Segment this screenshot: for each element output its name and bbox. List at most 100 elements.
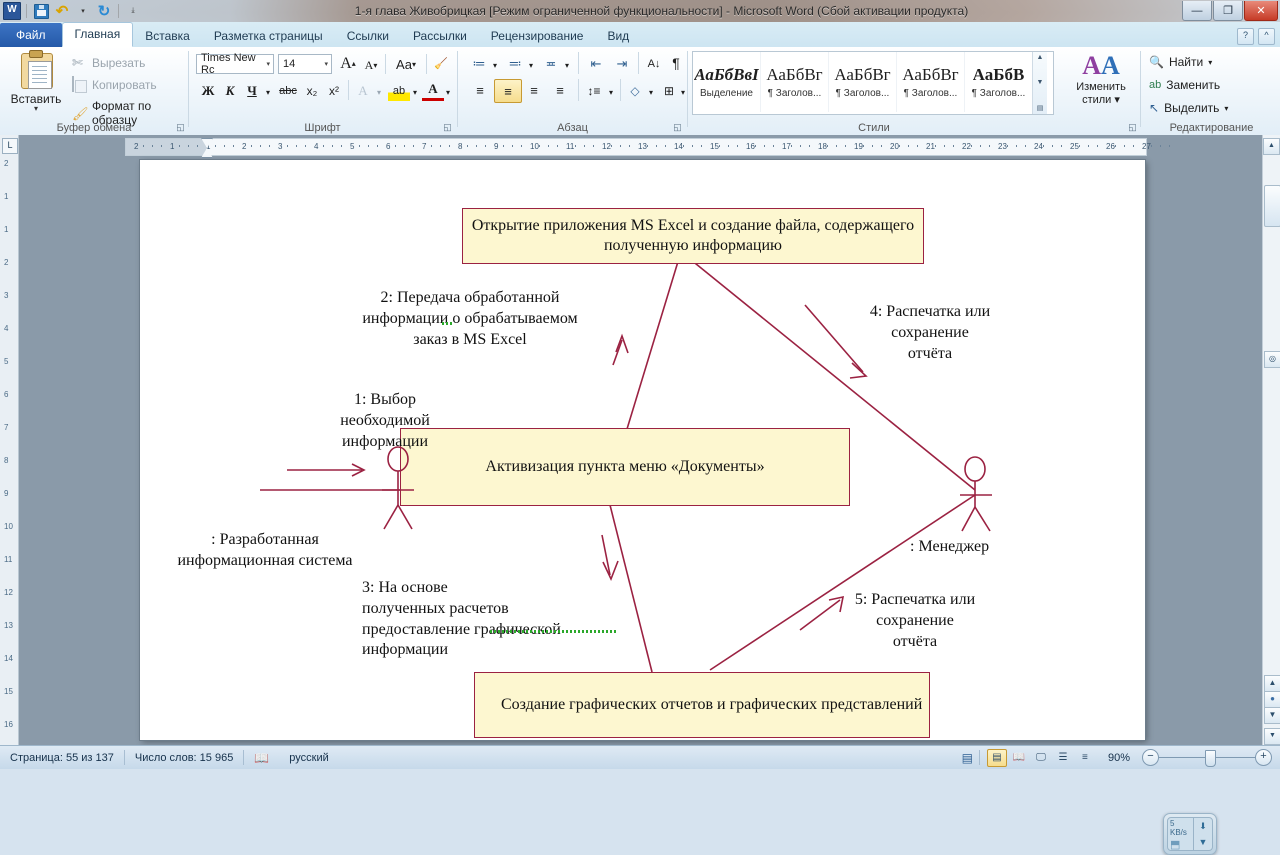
- font-color-dropdown-icon[interactable]: ▾: [442, 82, 454, 103]
- align-right-button[interactable]: ≡: [522, 80, 546, 101]
- clear-formatting-icon[interactable]: 🧹: [430, 53, 452, 74]
- scroll-thumb[interactable]: [1264, 185, 1280, 227]
- shading-button[interactable]: ◇: [624, 80, 646, 101]
- customize-qat-icon[interactable]: ⤓: [124, 2, 142, 20]
- zoom-out-button[interactable]: −: [1142, 749, 1159, 766]
- tab-review[interactable]: Рецензирование: [479, 25, 596, 47]
- zoom-slider[interactable]: − +: [1142, 749, 1272, 767]
- shrink-font-button[interactable]: A ▾: [360, 55, 382, 76]
- zoom-in-button[interactable]: +: [1255, 749, 1272, 766]
- show-formatting-marks-button[interactable]: ¶: [668, 52, 684, 73]
- gallery-more-icon[interactable]: ▤: [1037, 104, 1044, 112]
- styles-dialog-launcher-icon[interactable]: ◱: [1127, 122, 1138, 133]
- view-buttons[interactable]: ▤ 📖 🖵 ☰ ≡: [980, 748, 1102, 767]
- view-full-screen-reading-icon[interactable]: 📖: [1009, 749, 1029, 767]
- help-icon[interactable]: ?: [1237, 28, 1254, 45]
- browse-object-button[interactable]: ●: [1264, 691, 1280, 708]
- scroll-up-button[interactable]: ▲: [1263, 138, 1280, 155]
- change-case-button[interactable]: Aa ▾: [390, 54, 422, 75]
- sort-button[interactable]: A↓: [642, 53, 666, 74]
- style-item[interactable]: АаБбВг ¶ Заголов...: [761, 52, 829, 112]
- highlight-button[interactable]: ab: [388, 80, 410, 101]
- scroll-down-button[interactable]: ▼: [1264, 728, 1280, 745]
- style-item[interactable]: АаБбВг ¶ Заголов...: [897, 52, 965, 112]
- redo-icon[interactable]: ↻: [95, 2, 113, 20]
- multilevel-list-button[interactable]: ≖: [540, 53, 562, 74]
- line-spacing-button[interactable]: ↕≡: [582, 80, 606, 101]
- tab-references[interactable]: Ссылки: [335, 25, 401, 47]
- numbering-button[interactable]: ≕: [504, 53, 526, 74]
- style-item[interactable]: АаБбВг ¶ Заголов...: [829, 52, 897, 112]
- align-center-button[interactable]: ≡: [494, 79, 522, 103]
- save-icon[interactable]: [32, 2, 50, 20]
- superscript-button[interactable]: x²: [324, 80, 344, 101]
- window-controls[interactable]: — ❐ ✕: [1181, 1, 1278, 21]
- node-charts[interactable]: Создание графических отчетов и графическ…: [474, 672, 930, 738]
- select-dropdown-icon[interactable]: ▾: [1224, 104, 1228, 113]
- tab-view[interactable]: Вид: [595, 25, 641, 47]
- select-button[interactable]: ↖ Выделить ▾: [1149, 101, 1228, 115]
- bullets-button[interactable]: ≔: [468, 53, 490, 74]
- macro-record-button[interactable]: ▤: [956, 746, 979, 769]
- cut-button[interactable]: ✄ Вырезать: [72, 55, 145, 70]
- text-effects-button[interactable]: A: [352, 80, 374, 101]
- network-speed-widget[interactable]: 5 KB/s ⬒ ⬇ ▼: [1163, 813, 1217, 855]
- increase-indent-button[interactable]: ⇥: [610, 53, 634, 74]
- next-page-button[interactable]: ▼: [1264, 707, 1280, 724]
- underline-button[interactable]: Ч: [242, 80, 262, 101]
- find-button[interactable]: 🔍 Найти ▾: [1149, 55, 1212, 69]
- bullets-dropdown-icon[interactable]: ▾: [489, 55, 501, 76]
- tab-selector-icon[interactable]: L: [2, 138, 18, 154]
- zoom-track[interactable]: [1159, 750, 1255, 767]
- close-button[interactable]: ✕: [1244, 1, 1278, 21]
- tab-insert[interactable]: Вставка: [133, 25, 202, 47]
- decrease-indent-button[interactable]: ⇤: [584, 53, 608, 74]
- view-outline-icon[interactable]: ☰: [1053, 749, 1073, 767]
- styles-gallery[interactable]: АаБбВвI Выделение АаБбВг ¶ Заголов... Аа…: [692, 51, 1054, 115]
- word-count[interactable]: Число слов: 15 965: [125, 746, 243, 769]
- widget-expand-icon[interactable]: ⬇: [1199, 821, 1207, 832]
- tab-home[interactable]: Главная: [61, 22, 134, 47]
- font-family-combo[interactable]: Times New Rc ▾: [196, 52, 274, 76]
- horizontal-ruler[interactable]: 2 1 1 2 3 4 5 6 7 8 9 10 11 12 13 14 15 16 17 18 19 20 21 22 23 2…: [125, 138, 1170, 158]
- underline-dropdown-icon[interactable]: ▾: [262, 82, 274, 103]
- shading-dropdown-icon[interactable]: ▾: [645, 82, 657, 103]
- justify-button[interactable]: ≡: [548, 80, 572, 101]
- zoom-level[interactable]: 90%: [1102, 746, 1136, 769]
- font-dialog-launcher-icon[interactable]: ◱: [442, 122, 453, 133]
- grow-font-button[interactable]: A ▴: [336, 53, 360, 74]
- tab-file[interactable]: Файл: [0, 23, 62, 47]
- page-indicator[interactable]: Страница: 55 из 137: [0, 746, 124, 769]
- align-left-button[interactable]: ≡: [468, 80, 492, 101]
- proofing-status[interactable]: 📖: [244, 746, 279, 769]
- restore-button[interactable]: ❐: [1213, 1, 1243, 21]
- gallery-up-icon[interactable]: ▲: [1037, 54, 1044, 61]
- numbering-dropdown-icon[interactable]: ▾: [525, 55, 537, 76]
- document-page[interactable]: Открытие приложения MS Excel и создание …: [140, 160, 1145, 740]
- widget-collapse-icon[interactable]: ▼: [1199, 837, 1208, 847]
- paste-button[interactable]: Вставить ▾: [8, 50, 64, 113]
- language-indicator[interactable]: русский: [279, 746, 338, 769]
- zoom-thumb[interactable]: [1205, 750, 1216, 767]
- gallery-down-icon[interactable]: ▼: [1037, 79, 1044, 86]
- change-styles-button[interactable]: AA Изменить стили ▾: [1070, 51, 1132, 107]
- node-excel[interactable]: Открытие приложения MS Excel и создание …: [462, 208, 924, 264]
- collapse-ribbon-icon[interactable]: ^: [1258, 28, 1275, 45]
- view-draft-icon[interactable]: ≡: [1075, 749, 1095, 767]
- tab-mailings[interactable]: Рассылки: [401, 25, 479, 47]
- view-print-layout-icon[interactable]: ▤: [986, 748, 1007, 767]
- undo-icon[interactable]: ↶: [53, 2, 71, 20]
- strikethrough-button[interactable]: abc: [276, 80, 300, 101]
- undo-dropdown-icon[interactable]: ▾: [74, 2, 92, 20]
- word-logo-icon[interactable]: W: [3, 2, 21, 20]
- paragraph-dialog-launcher-icon[interactable]: ◱: [672, 122, 683, 133]
- styles-gallery-nav[interactable]: ▲ ▼ ▤: [1032, 52, 1047, 114]
- previous-page-button[interactable]: ▲: [1264, 675, 1280, 692]
- highlight-dropdown-icon[interactable]: ▾: [409, 82, 421, 103]
- quick-access-toolbar[interactable]: W ↶ ▾ ↻ ⤓: [0, 2, 142, 20]
- font-size-combo[interactable]: 14 ▾: [278, 54, 332, 74]
- line-spacing-dropdown-icon[interactable]: ▾: [605, 82, 617, 103]
- bold-button[interactable]: Ж: [198, 80, 218, 101]
- replace-button[interactable]: ab Заменить: [1149, 78, 1220, 92]
- text-effects-dropdown-icon[interactable]: ▾: [373, 82, 385, 103]
